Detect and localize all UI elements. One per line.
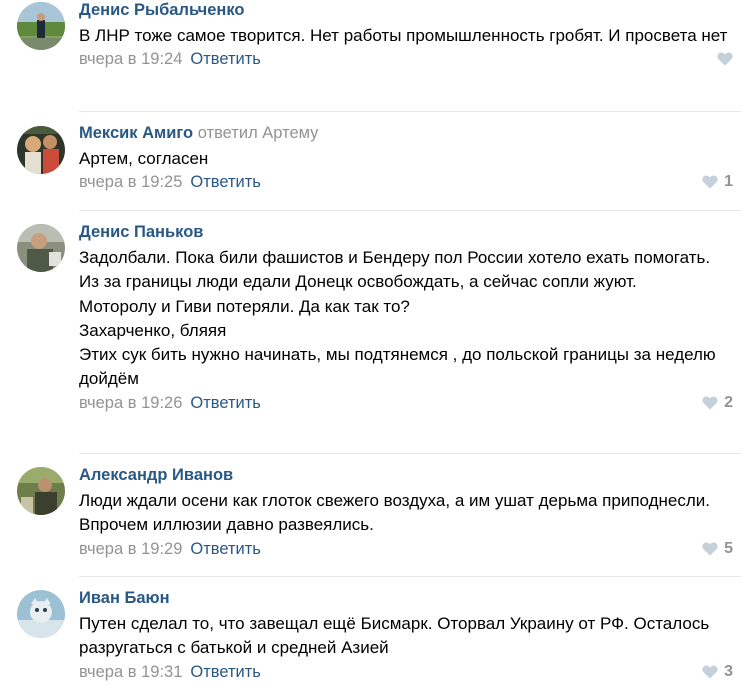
avatar[interactable] (17, 467, 65, 515)
comment-author[interactable]: Мексик Амиго (79, 124, 193, 142)
heart-icon (717, 52, 733, 66)
comment-date[interactable]: вчера в 19:25 (79, 173, 182, 191)
avatar-image (17, 224, 65, 272)
comment-divider (79, 210, 741, 211)
comment-date[interactable]: вчера в 19:26 (79, 394, 182, 412)
comment-text-line: Задолбали. Пока били фашистов и Бендеру … (79, 248, 711, 292)
avatar[interactable] (17, 2, 65, 50)
comment-text-line: Люди ждали осени как глоток свежего возд… (79, 491, 711, 535)
comment-date[interactable]: вчера в 19:24 (79, 50, 182, 68)
avatar-image (17, 126, 65, 174)
avatar[interactable] (17, 224, 65, 272)
like-button[interactable]: 2 (702, 392, 733, 414)
comment-text-line: Артем, согласен (79, 149, 209, 168)
comment-text-line: Моторолу и Гиви потеряли. Да как так то? (79, 296, 410, 316)
comment-meta: вчера в 19:31 Ответить 3 (79, 661, 733, 685)
like-button[interactable]: 3 (702, 661, 733, 683)
like-count: 1 (724, 173, 733, 191)
reply-button[interactable]: Ответить (190, 394, 261, 412)
comment-text-line: Путен сделал то, что завещал ещё Бисмарк… (79, 614, 710, 658)
comment-divider (79, 576, 741, 577)
comment-author[interactable]: Денис Паньков (79, 223, 203, 241)
comment-meta: вчера в 19:25 Ответить 1 (79, 171, 733, 195)
like-button[interactable]: 5 (702, 538, 733, 560)
comment-meta: вчера в 19:26 Ответить 2 (79, 392, 733, 416)
comment-date[interactable]: вчера в 19:31 (79, 663, 182, 681)
comment-meta: вчера в 19:24 Ответить (79, 48, 733, 72)
comment-author[interactable]: Иван Баюн (79, 589, 170, 607)
reply-button[interactable]: Ответить (190, 663, 261, 681)
like-button[interactable] (717, 48, 733, 70)
comment-text-line: Этих сук бить нужно начинать, мы подтяне… (79, 345, 716, 389)
avatar[interactable] (17, 590, 65, 638)
avatar-image (17, 2, 65, 50)
comment-text: Задолбали. Пока били фашистов и Бендеру … (79, 246, 733, 392)
avatar-image (17, 590, 65, 638)
heart-icon (702, 396, 718, 410)
heart-icon (702, 542, 718, 556)
heart-icon (702, 175, 718, 189)
like-count: 2 (724, 393, 733, 411)
reply-button[interactable]: Ответить (190, 50, 261, 68)
comment-text: Люди ждали осени как глоток свежего возд… (79, 489, 733, 538)
like-count: 5 (724, 539, 733, 557)
heart-icon (702, 665, 718, 679)
avatar[interactable] (17, 126, 65, 174)
comment-divider (79, 111, 741, 112)
comment-text: В ЛНР тоже самое творится. Нет работы пр… (79, 24, 733, 48)
reply-to-label[interactable]: ответил Артему (198, 124, 319, 142)
reply-button[interactable]: Ответить (190, 173, 261, 191)
avatar-image (17, 467, 65, 515)
reply-button[interactable]: Ответить (190, 540, 261, 558)
comment-author[interactable]: Денис Рыбальченко (79, 1, 244, 19)
comment-text-line: В ЛНР тоже самое творится. Нет работы пр… (79, 26, 728, 45)
comment-text: Артем, согласен (79, 147, 733, 171)
comment-meta: вчера в 19:29 Ответить 5 (79, 538, 733, 562)
comment-text-line: Захарченко, бляяя (79, 320, 227, 340)
comment-date[interactable]: вчера в 19:29 (79, 540, 182, 558)
comment-text: Путен сделал то, что завещал ещё Бисмарк… (79, 612, 733, 661)
like-count: 3 (724, 662, 733, 680)
like-button[interactable]: 1 (702, 171, 733, 193)
comment-author[interactable]: Александр Иванов (79, 466, 233, 484)
comment-divider (79, 453, 741, 454)
